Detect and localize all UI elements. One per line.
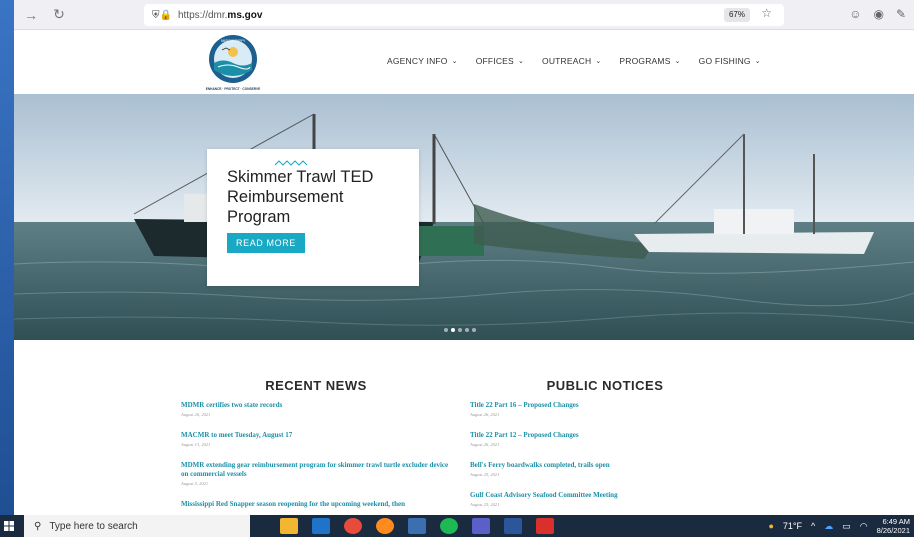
chevron-down-icon: ⌄ [595, 58, 602, 65]
chrome-icon[interactable] [344, 518, 362, 534]
calculator-icon[interactable] [408, 518, 426, 534]
outlook-icon[interactable] [312, 518, 330, 534]
wave-decoration-icon [275, 160, 308, 166]
notice-link[interactable]: Title 22 Part 12 – Proposed Changes [470, 431, 740, 440]
news-link[interactable]: MDMR certifies two state records [181, 401, 451, 410]
taskbar: ⚲ Type here to search ● 71°F ^ ☁ ▭ ◠ 6:4… [0, 515, 914, 537]
logo-text-top: MISSISSIPPI [221, 38, 245, 43]
hero-slider[interactable]: Skimmer Trawl TED Reimbursement Program … [14, 94, 914, 340]
notice-date: August 26, 2021 [470, 412, 500, 417]
nav-go-fishing[interactable]: GO FISHING ⌄ [699, 56, 761, 66]
list-item[interactable]: Mississippi Red Snapper season reopening… [181, 500, 451, 509]
nav-offices[interactable]: OFFICES ⌄ [476, 56, 524, 66]
extension-icon[interactable]: ◉ [873, 7, 883, 21]
news-date: August 20, 2021 [181, 412, 211, 417]
notice-link[interactable]: Gulf Coast Advisory Seafood Committee Me… [470, 491, 740, 500]
search-icon: ⚲ [34, 520, 42, 532]
slider-dot[interactable] [458, 328, 462, 332]
hero-image [14, 94, 914, 340]
spotify-icon[interactable] [440, 518, 458, 534]
browser-toolbar: → ↻ ⛨🔒 https://dmr.ms.gov 67% ☆ ☺ ◉ ✎ [14, 0, 914, 30]
chevron-up-icon[interactable]: ^ [811, 521, 815, 531]
reload-icon[interactable]: ↻ [48, 4, 70, 26]
nav-outreach[interactable]: OUTREACH ⌄ [542, 56, 601, 66]
list-item[interactable]: Bell's Ferry boardwalks completed, trail… [470, 461, 740, 477]
weather-temp[interactable]: 71°F [783, 521, 802, 531]
bookmark-star-icon[interactable]: ☆ [761, 6, 772, 20]
slider-dot[interactable] [472, 328, 476, 332]
wifi-icon[interactable]: ◠ [860, 521, 868, 532]
logo-motto: ENHANCE · PROTECT · CONSERVE [206, 87, 261, 91]
clock[interactable]: 6:49 AM 8/26/2021 [877, 517, 910, 535]
list-item[interactable]: MACMR to meet Tuesday, August 17 August … [181, 431, 451, 447]
screen: → ↻ ⛨🔒 https://dmr.ms.gov 67% ☆ ☺ ◉ ✎ MI… [0, 0, 914, 537]
chevron-down-icon: ⌄ [451, 58, 458, 65]
list-item[interactable]: Title 22 Part 12 – Proposed Changes Augu… [470, 431, 740, 447]
system-tray: ● 71°F ^ ☁ ▭ ◠ 6:49 AM 8/26/2021 [768, 515, 910, 537]
slider-dot[interactable] [444, 328, 448, 332]
onedrive-icon[interactable]: ☁ [824, 521, 833, 532]
news-date: August 5, 2021 [181, 481, 209, 486]
word-icon[interactable] [504, 518, 522, 534]
slider-dots [444, 328, 476, 332]
nav-programs[interactable]: PROGRAMS ⌄ [619, 56, 680, 66]
main-nav: AGENCY INFO ⌄ OFFICES ⌄ OUTREACH ⌄ PROGRAMS… [387, 56, 761, 66]
search-placeholder: Type here to search [49, 520, 138, 532]
lock-icon[interactable]: ⛨🔒 [152, 10, 172, 21]
hero-card: Skimmer Trawl TED Reimbursement Program … [207, 149, 419, 286]
windows-icon [4, 521, 14, 531]
dmr-logo[interactable]: MISSISSIPPI ENHANCE · PROTECT · CONSERVE [198, 32, 268, 92]
recent-news-heading: RECENT NEWS [265, 378, 367, 393]
url-text: https://dmr.ms.gov [177, 9, 263, 21]
pencil-icon[interactable]: ✎ [896, 7, 906, 21]
taskbar-search-input[interactable]: ⚲ Type here to search [24, 515, 250, 537]
news-date: August 13, 2021 [181, 442, 211, 447]
toolbar-right: ☺ ◉ ✎ [849, 7, 906, 21]
start-button[interactable] [0, 515, 18, 537]
firefox-icon[interactable] [376, 518, 394, 534]
chevron-down-icon: ⌄ [754, 58, 761, 65]
read-more-button[interactable]: READ MORE [227, 233, 305, 253]
list-item[interactable]: MDMR extending gear reimbursement progra… [181, 461, 451, 486]
site-header: MISSISSIPPI ENHANCE · PROTECT · CONSERVE… [14, 30, 914, 94]
address-bar[interactable]: ⛨🔒 https://dmr.ms.gov 67% ☆ [144, 4, 784, 26]
public-notices-heading: PUBLIC NOTICES [546, 378, 664, 393]
news-section: RECENT NEWS MDMR certifies two state rec… [14, 340, 914, 515]
weather-icon[interactable]: ● [768, 521, 773, 531]
desktop-edge [0, 0, 14, 515]
forward-icon[interactable]: → [20, 4, 42, 26]
notice-link[interactable]: Bell's Ferry boardwalks completed, trail… [470, 461, 740, 470]
file-explorer-icon[interactable] [280, 518, 298, 534]
teams-icon[interactable] [472, 518, 490, 534]
pocket-icon[interactable]: ☺ [849, 7, 861, 21]
chevron-down-icon: ⌄ [674, 58, 681, 65]
notice-link[interactable]: Title 22 Part 16 – Proposed Changes [470, 401, 740, 410]
slider-dot[interactable] [465, 328, 469, 332]
news-link[interactable]: MACMR to meet Tuesday, August 17 [181, 431, 451, 440]
news-link[interactable]: Mississippi Red Snapper season reopening… [181, 500, 451, 509]
news-link[interactable]: MDMR extending gear reimbursement progra… [181, 461, 451, 479]
slider-dot-active[interactable] [451, 328, 455, 332]
nav-agency-info[interactable]: AGENCY INFO ⌄ [387, 56, 458, 66]
acrobat-icon[interactable] [536, 518, 554, 534]
list-item[interactable]: MDMR certifies two state records August … [181, 401, 451, 417]
list-item[interactable]: Title 22 Part 16 – Proposed Changes Augu… [470, 401, 740, 417]
list-item[interactable]: Gulf Coast Advisory Seafood Committee Me… [470, 491, 740, 507]
chevron-down-icon: ⌄ [517, 58, 525, 65]
battery-icon[interactable]: ▭ [842, 521, 851, 532]
notice-date: August 25, 2021 [470, 472, 500, 477]
hero-title: Skimmer Trawl TED Reimbursement Program [227, 168, 374, 226]
recent-news-column: RECENT NEWS MDMR certifies two state rec… [181, 378, 451, 515]
taskbar-apps [280, 518, 554, 534]
public-notices-column: PUBLIC NOTICES Title 22 Part 16 – Propos… [470, 378, 740, 515]
notice-date: August 26, 2021 [470, 442, 500, 447]
notice-date: August 25, 2021 [470, 502, 500, 507]
browser-window: → ↻ ⛨🔒 https://dmr.ms.gov 67% ☆ ☺ ◉ ✎ MI… [14, 0, 914, 515]
zoom-badge[interactable]: 67% [723, 8, 750, 22]
